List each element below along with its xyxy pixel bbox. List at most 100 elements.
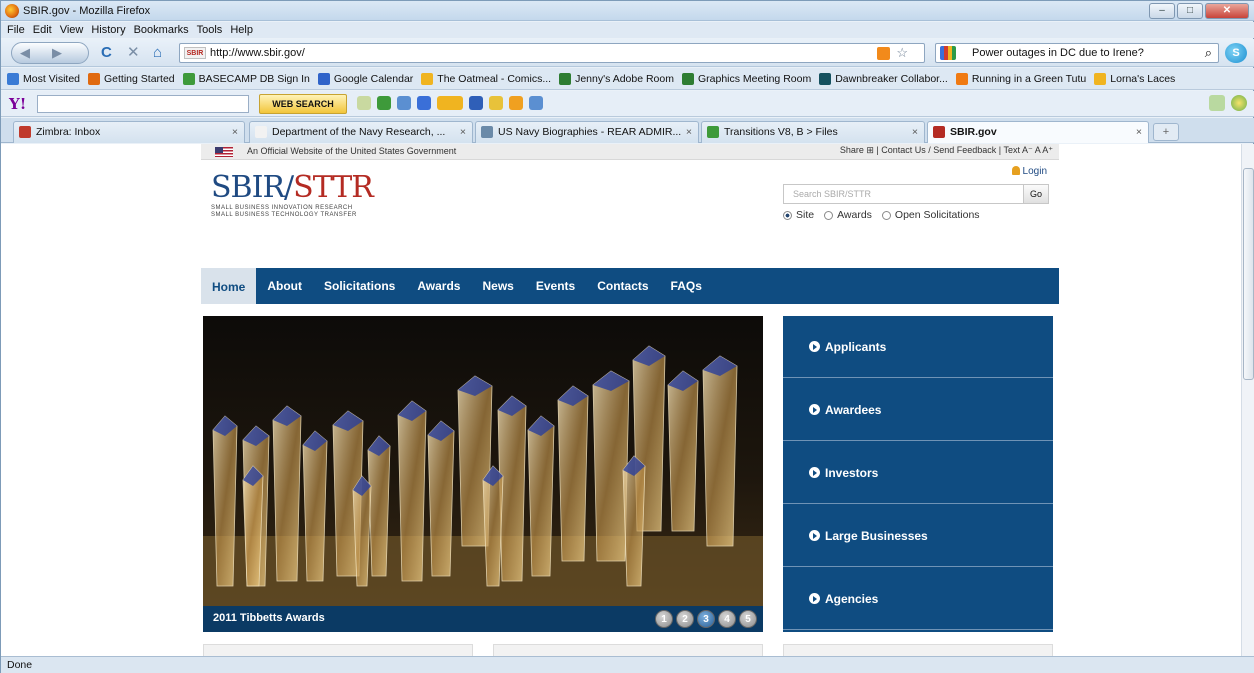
slide-dot-button[interactable]: 4 [718, 610, 736, 628]
forward-icon[interactable]: ▶ [52, 45, 62, 61]
bookmark-item[interactable]: BASECAMP DB Sign In [182, 72, 310, 85]
yahoo-logo-icon[interactable]: Y! [9, 95, 26, 113]
search-scope-radio[interactable]: Awards [824, 209, 872, 221]
audience-menu-item[interactable]: Applicants [783, 316, 1053, 378]
audience-menu-item[interactable]: Investors [783, 442, 1053, 504]
audience-menu-item[interactable]: Agencies [783, 568, 1053, 630]
tab-close-icon[interactable]: × [1136, 122, 1142, 142]
site-search-input[interactable]: Search SBIR/STTR [783, 184, 1025, 204]
go-button[interactable]: Go [1023, 184, 1049, 204]
toolbar-addon-icon[interactable] [529, 96, 543, 110]
yahoo-search-input[interactable] [37, 95, 249, 113]
hero-slideshow[interactable]: 2011 Tibbetts Awards 12345 [203, 316, 763, 632]
toolbar-addon-icon[interactable] [397, 96, 411, 110]
browser-tab[interactable]: Zimbra: Inbox × [13, 121, 245, 143]
maximize-button[interactable]: □ [1177, 3, 1203, 19]
bookmark-favicon-icon [559, 72, 572, 85]
arrow-circle-icon [809, 593, 820, 604]
main-nav-item[interactable]: Awards [406, 268, 471, 304]
tab-strip: + Zimbra: Inbox × Department of the Navy R… [1, 118, 1254, 143]
search-scope-radio[interactable]: Site [783, 209, 814, 221]
reload-icon[interactable]: C [101, 44, 112, 62]
home-icon[interactable]: ⌂ [153, 44, 162, 62]
rss-feed-icon[interactable] [877, 47, 890, 60]
menu-view[interactable]: View [60, 22, 84, 38]
browser-tab[interactable]: SBIR.gov × [927, 121, 1149, 143]
vertical-scrollbar[interactable] [1241, 144, 1254, 656]
bookmark-item[interactable]: Jenny's Adobe Room [559, 72, 674, 85]
bookmark-item[interactable]: Google Calendar [317, 72, 413, 85]
bookmark-favicon-icon [1094, 72, 1107, 85]
bookmark-item[interactable]: Most Visited [7, 72, 80, 85]
menu-bookmarks[interactable]: Bookmarks [134, 22, 189, 38]
slide-dot-button[interactable]: 5 [739, 610, 757, 628]
slide-dot-button[interactable]: 2 [676, 610, 694, 628]
main-nav-item[interactable]: FAQs [660, 268, 713, 304]
toolbar-addon-icon[interactable] [469, 96, 483, 110]
toolbar-addon-icon[interactable] [437, 96, 463, 110]
tab-close-icon[interactable]: × [912, 122, 918, 142]
main-nav-item[interactable]: Contacts [586, 268, 659, 304]
bookmark-favicon-icon [182, 72, 195, 85]
tab-close-icon[interactable]: × [232, 122, 238, 142]
search-icon[interactable]: ⌕ [1205, 45, 1212, 61]
radio-button-icon[interactable] [881, 210, 891, 220]
web-search-box[interactable]: Power outages in DC due to Irene? ⌕ [935, 43, 1219, 63]
tab-close-icon[interactable]: × [460, 122, 466, 142]
toolbar-addon-icon[interactable] [377, 96, 391, 110]
toolbar-addon-icon[interactable] [1231, 95, 1247, 111]
new-tab-button[interactable]: + [1153, 123, 1179, 141]
browser-tab[interactable]: Transitions V8, B > Files × [701, 121, 925, 143]
toolbar-addon-icon[interactable] [357, 96, 371, 110]
bookmark-item[interactable]: Graphics Meeting Room [681, 72, 811, 85]
bookmark-item[interactable]: Getting Started [88, 72, 175, 85]
skype-icon[interactable]: S [1225, 43, 1247, 63]
audience-menu-label: Applicants [825, 340, 887, 354]
menu-edit[interactable]: Edit [33, 22, 52, 38]
back-icon[interactable]: ◀ [20, 45, 30, 61]
tab-favicon-icon [707, 126, 719, 138]
menu-help[interactable]: Help [230, 22, 253, 38]
menu-tools[interactable]: Tools [197, 22, 223, 38]
glass-award-shape [302, 430, 328, 582]
menu-history[interactable]: History [91, 22, 125, 38]
main-nav-item[interactable]: Events [525, 268, 586, 304]
radio-button-icon[interactable] [824, 210, 834, 220]
bookmark-item[interactable]: The Oatmeal - Comics... [421, 72, 551, 85]
main-navigation: Home About Solicitations Awards News Events Co… [201, 268, 1059, 304]
main-nav-item[interactable]: About [256, 268, 313, 304]
browser-tab[interactable]: US Navy Biographies - REAR ADMIR... × [475, 121, 699, 143]
minimize-button[interactable]: – [1149, 3, 1175, 19]
browser-tab[interactable]: Department of the Navy Research, ... × [249, 121, 473, 143]
login-link[interactable]: Login [1011, 166, 1047, 177]
main-nav-item[interactable]: Home [201, 268, 257, 304]
slide-dot-button[interactable]: 3 [697, 610, 715, 628]
utility-links[interactable]: Share ⊞ | Contact Us / Send Feedback | T… [840, 145, 1053, 156]
tab-close-icon[interactable]: × [686, 122, 692, 142]
bookmark-star-icon[interactable]: ☆ [896, 45, 908, 61]
web-search-button[interactable]: WEB SEARCH [259, 94, 347, 114]
google-search-icon[interactable] [940, 46, 956, 60]
audience-menu-item[interactable]: Awardees [783, 379, 1053, 441]
audience-menu-item[interactable]: Large Businesses [783, 505, 1053, 567]
main-nav-item[interactable]: Solicitations [313, 268, 406, 304]
main-nav-item[interactable]: News [471, 268, 524, 304]
search-scope-radio[interactable]: Open Solicitations [881, 209, 980, 221]
bookmark-item[interactable]: Running in a Green Tutu [955, 72, 1086, 85]
slide-dot-button[interactable]: 1 [655, 610, 673, 628]
search-query-text[interactable]: Power outages in DC due to Irene? [972, 47, 1144, 59]
toolbar-addon-icon[interactable] [509, 96, 523, 110]
menu-file[interactable]: File [7, 22, 25, 38]
site-logo[interactable]: SBIR/STTR SMALL BUSINESS INNOVATION RESE… [211, 170, 374, 219]
close-window-button[interactable]: ✕ [1205, 3, 1249, 19]
toolbar-addon-icon[interactable] [1209, 95, 1225, 111]
radio-button-icon[interactable] [783, 210, 792, 220]
mail-icon[interactable] [417, 96, 431, 110]
toolbar-addon-icon[interactable] [489, 96, 503, 110]
stop-icon[interactable]: ✕ [127, 44, 140, 62]
scrollbar-thumb[interactable] [1243, 168, 1254, 380]
url-text[interactable]: http://www.sbir.gov/ [210, 47, 305, 59]
bookmark-item[interactable]: Lorna's Laces [1094, 72, 1175, 85]
url-bar[interactable]: SBIR http://www.sbir.gov/ ☆ [179, 43, 925, 63]
bookmark-item[interactable]: Dawnbreaker Collabor... [819, 72, 948, 85]
